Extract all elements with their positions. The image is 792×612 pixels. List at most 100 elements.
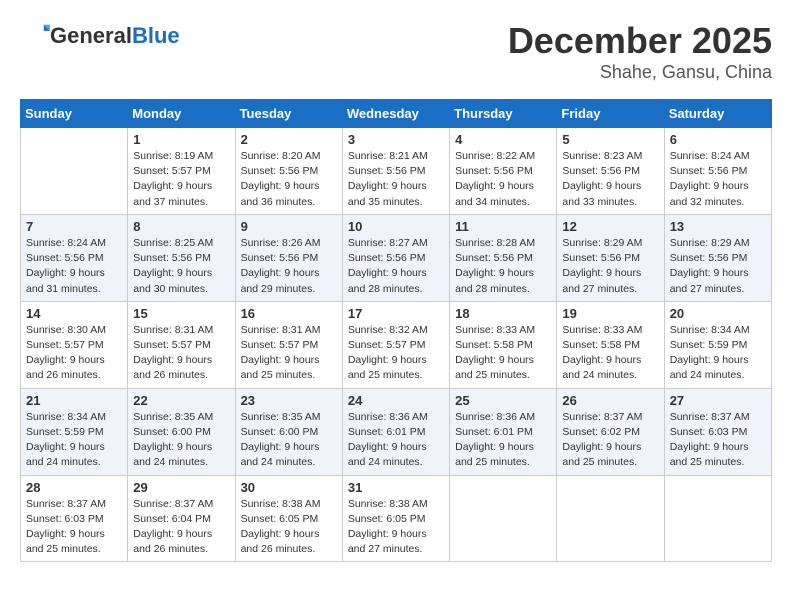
day-info: Sunrise: 8:28 AMSunset: 5:56 PMDaylight:… (455, 236, 551, 297)
location-title: Shahe, Gansu, China (508, 62, 772, 83)
day-number: 19 (562, 306, 658, 321)
weekday-header-friday: Friday (557, 100, 664, 128)
day-info: Sunrise: 8:38 AMSunset: 6:05 PMDaylight:… (241, 497, 337, 558)
day-info: Sunrise: 8:37 AMSunset: 6:04 PMDaylight:… (133, 497, 229, 558)
weekday-header-row: SundayMondayTuesdayWednesdayThursdayFrid… (21, 100, 772, 128)
day-cell: 15 Sunrise: 8:31 AMSunset: 5:57 PMDayligh… (128, 301, 235, 388)
day-number: 31 (348, 480, 444, 495)
day-cell: 12 Sunrise: 8:29 AMSunset: 5:56 PMDayligh… (557, 214, 664, 301)
day-info: Sunrise: 8:31 AMSunset: 5:57 PMDaylight:… (241, 323, 337, 384)
day-number: 9 (241, 219, 337, 234)
day-info: Sunrise: 8:29 AMSunset: 5:56 PMDaylight:… (562, 236, 658, 297)
day-cell: 24 Sunrise: 8:36 AMSunset: 6:01 PMDayligh… (342, 388, 449, 475)
day-number: 11 (455, 219, 551, 234)
day-info: Sunrise: 8:38 AMSunset: 6:05 PMDaylight:… (348, 497, 444, 558)
day-cell: 13Sunrise: 8:29 AMSunset: 5:56 PMDayligh… (664, 214, 771, 301)
day-info: Sunrise: 8:25 AMSunset: 5:56 PMDaylight:… (133, 236, 229, 297)
page-header: GeneralBlue December 2025 Shahe, Gansu, … (20, 20, 772, 83)
day-cell: 4 Sunrise: 8:22 AMSunset: 5:56 PMDaylight… (450, 128, 557, 215)
day-cell: 28 Sunrise: 8:37 AMSunset: 6:03 PMDayligh… (21, 475, 128, 562)
day-info: Sunrise: 8:19 AMSunset: 5:57 PMDaylight:… (133, 149, 229, 210)
day-number: 12 (562, 219, 658, 234)
day-info: Sunrise: 8:24 AMSunset: 5:56 PMDaylight:… (670, 149, 766, 210)
day-cell: 20 Sunrise: 8:34 AMSunset: 5:59 PMDayligh… (664, 301, 771, 388)
weekday-header-wednesday: Wednesday (342, 100, 449, 128)
day-cell: 21 Sunrise: 8:34 AMSunset: 5:59 PMDayligh… (21, 388, 128, 475)
day-info: Sunrise: 8:30 AMSunset: 5:57 PMDaylight:… (26, 323, 122, 384)
day-info: Sunrise: 8:21 AMSunset: 5:56 PMDaylight:… (348, 149, 444, 210)
day-info: Sunrise: 8:37 AMSunset: 6:02 PMDaylight:… (562, 410, 658, 471)
weekday-header-sunday: Sunday (21, 100, 128, 128)
day-number: 17 (348, 306, 444, 321)
day-number: 24 (348, 393, 444, 408)
day-number: 23 (241, 393, 337, 408)
day-number: 15 (133, 306, 229, 321)
week-row-3: 14Sunrise: 8:30 AMSunset: 5:57 PMDayligh… (21, 301, 772, 388)
day-number: 20 (670, 306, 766, 321)
day-number: 6 (670, 132, 766, 147)
day-cell: 11 Sunrise: 8:28 AMSunset: 5:56 PMDayligh… (450, 214, 557, 301)
day-info: Sunrise: 8:31 AMSunset: 5:57 PMDaylight:… (133, 323, 229, 384)
day-number: 5 (562, 132, 658, 147)
day-number: 8 (133, 219, 229, 234)
day-cell: 14Sunrise: 8:30 AMSunset: 5:57 PMDayligh… (21, 301, 128, 388)
day-cell: 9 Sunrise: 8:26 AMSunset: 5:56 PMDaylight… (235, 214, 342, 301)
logo-icon (22, 20, 50, 48)
day-number: 18 (455, 306, 551, 321)
week-row-2: 7 Sunrise: 8:24 AMSunset: 5:56 PMDaylight… (21, 214, 772, 301)
day-info: Sunrise: 8:37 AMSunset: 6:03 PMDaylight:… (670, 410, 766, 471)
day-info: Sunrise: 8:37 AMSunset: 6:03 PMDaylight:… (26, 497, 122, 558)
day-cell (664, 475, 771, 562)
day-info: Sunrise: 8:35 AMSunset: 6:00 PMDaylight:… (133, 410, 229, 471)
day-info: Sunrise: 8:33 AMSunset: 5:58 PMDaylight:… (455, 323, 551, 384)
day-cell (450, 475, 557, 562)
day-cell: 27Sunrise: 8:37 AMSunset: 6:03 PMDayligh… (664, 388, 771, 475)
day-cell: 25Sunrise: 8:36 AMSunset: 6:01 PMDayligh… (450, 388, 557, 475)
logo-text: GeneralBlue (50, 24, 180, 48)
week-row-1: 1Sunrise: 8:19 AMSunset: 5:57 PMDaylight… (21, 128, 772, 215)
day-cell: 1Sunrise: 8:19 AMSunset: 5:57 PMDaylight… (128, 128, 235, 215)
day-number: 2 (241, 132, 337, 147)
day-number: 4 (455, 132, 551, 147)
day-number: 7 (26, 219, 122, 234)
day-info: Sunrise: 8:34 AMSunset: 5:59 PMDaylight:… (670, 323, 766, 384)
day-cell: 31 Sunrise: 8:38 AMSunset: 6:05 PMDayligh… (342, 475, 449, 562)
day-info: Sunrise: 8:26 AMSunset: 5:56 PMDaylight:… (241, 236, 337, 297)
day-info: Sunrise: 8:34 AMSunset: 5:59 PMDaylight:… (26, 410, 122, 471)
day-number: 28 (26, 480, 122, 495)
calendar-table: SundayMondayTuesdayWednesdayThursdayFrid… (20, 99, 772, 562)
weekday-header-saturday: Saturday (664, 100, 771, 128)
week-row-4: 21 Sunrise: 8:34 AMSunset: 5:59 PMDayligh… (21, 388, 772, 475)
weekday-header-monday: Monday (128, 100, 235, 128)
day-number: 16 (241, 306, 337, 321)
day-number: 29 (133, 480, 229, 495)
week-row-5: 28 Sunrise: 8:37 AMSunset: 6:03 PMDayligh… (21, 475, 772, 562)
day-cell: 6 Sunrise: 8:24 AMSunset: 5:56 PMDaylight… (664, 128, 771, 215)
title-block: December 2025 Shahe, Gansu, China (508, 20, 772, 83)
day-cell: 29 Sunrise: 8:37 AMSunset: 6:04 PMDayligh… (128, 475, 235, 562)
day-cell: 10Sunrise: 8:27 AMSunset: 5:56 PMDayligh… (342, 214, 449, 301)
day-info: Sunrise: 8:20 AMSunset: 5:56 PMDaylight:… (241, 149, 337, 210)
day-cell: 23 Sunrise: 8:35 AMSunset: 6:00 PMDayligh… (235, 388, 342, 475)
day-cell: 18 Sunrise: 8:33 AMSunset: 5:58 PMDayligh… (450, 301, 557, 388)
day-cell (21, 128, 128, 215)
day-info: Sunrise: 8:24 AMSunset: 5:56 PMDaylight:… (26, 236, 122, 297)
day-cell: 3 Sunrise: 8:21 AMSunset: 5:56 PMDaylight… (342, 128, 449, 215)
day-cell: 16 Sunrise: 8:31 AMSunset: 5:57 PMDayligh… (235, 301, 342, 388)
day-info: Sunrise: 8:22 AMSunset: 5:56 PMDaylight:… (455, 149, 551, 210)
day-number: 22 (133, 393, 229, 408)
day-info: Sunrise: 8:33 AMSunset: 5:58 PMDaylight:… (562, 323, 658, 384)
day-cell: 19 Sunrise: 8:33 AMSunset: 5:58 PMDayligh… (557, 301, 664, 388)
day-number: 3 (348, 132, 444, 147)
day-info: Sunrise: 8:36 AMSunset: 6:01 PMDaylight:… (348, 410, 444, 471)
day-info: Sunrise: 8:35 AMSunset: 6:00 PMDaylight:… (241, 410, 337, 471)
day-info: Sunrise: 8:29 AMSunset: 5:56 PMDaylight:… (670, 236, 766, 297)
day-number: 25 (455, 393, 551, 408)
day-cell: 26Sunrise: 8:37 AMSunset: 6:02 PMDayligh… (557, 388, 664, 475)
day-number: 21 (26, 393, 122, 408)
day-info: Sunrise: 8:23 AMSunset: 5:56 PMDaylight:… (562, 149, 658, 210)
day-info: Sunrise: 8:32 AMSunset: 5:57 PMDaylight:… (348, 323, 444, 384)
day-cell (557, 475, 664, 562)
weekday-header-tuesday: Tuesday (235, 100, 342, 128)
day-cell: 30Sunrise: 8:38 AMSunset: 6:05 PMDayligh… (235, 475, 342, 562)
